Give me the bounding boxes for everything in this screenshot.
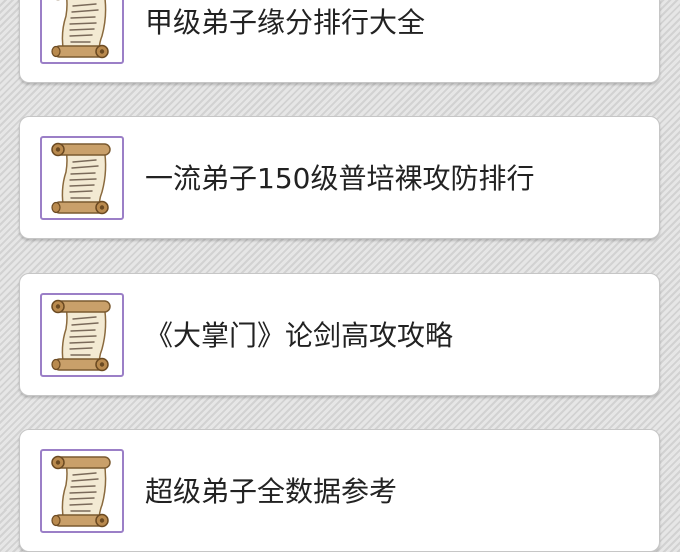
- scroll-thumbnail: [40, 136, 124, 220]
- scroll-thumbnail: [40, 293, 124, 377]
- article-list: 甲级弟子缘分排行大全 一流弟子150级普培裸攻防排行 《大掌门》论剑高攻攻略 超…: [0, 0, 680, 552]
- scroll-thumbnail: [40, 449, 124, 533]
- list-item[interactable]: 甲级弟子缘分排行大全: [19, 0, 660, 83]
- list-item-title: 超级弟子全数据参考: [145, 475, 398, 508]
- scroll-icon: [46, 0, 118, 60]
- list-item[interactable]: 《大掌门》论剑高攻攻略: [19, 273, 660, 396]
- list-item[interactable]: 超级弟子全数据参考: [19, 429, 660, 552]
- list-item-title: 一流弟子150级普培裸攻防排行: [145, 162, 535, 195]
- list-item-title: 《大掌门》论剑高攻攻略: [145, 319, 454, 352]
- list-item-title: 甲级弟子缘分排行大全: [145, 6, 426, 39]
- scroll-icon: [46, 453, 118, 529]
- scroll-thumbnail: [40, 0, 124, 64]
- scroll-icon: [46, 297, 118, 373]
- list-item[interactable]: 一流弟子150级普培裸攻防排行: [19, 116, 660, 239]
- scroll-icon: [46, 140, 118, 216]
